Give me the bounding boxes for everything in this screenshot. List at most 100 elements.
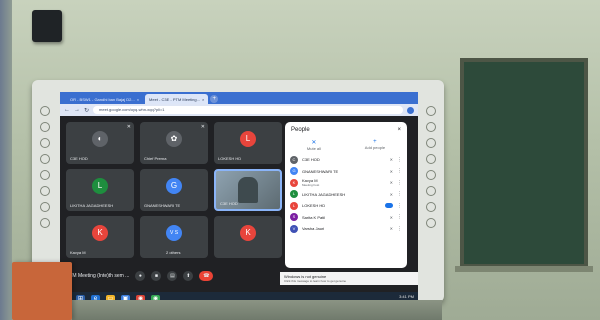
emblem-icon: ✿: [166, 131, 182, 147]
video-feed: [238, 177, 258, 203]
browser-tabbar: OR - BSW1 - Gandhi ban Bajaj D2... × Meet…: [60, 92, 418, 104]
participant-tile[interactable]: ✿ ✕ Chief Prerna: [140, 122, 208, 164]
add-people-button[interactable]: + Add people: [365, 139, 385, 151]
speaking-indicator-icon: [385, 203, 393, 209]
participant-name: GNANESHWARI TE: [302, 168, 339, 174]
participant-name: Kavya M Meeting host: [302, 178, 320, 188]
participant-name: LOKESH HD: [302, 203, 326, 209]
tile-name: 2 others: [166, 250, 181, 255]
browser-tab-active[interactable]: Meet - C3E - PTM Meeting... ×: [145, 94, 209, 104]
list-item[interactable]: G GNANESHWARI TE ✕ ⋮: [290, 166, 402, 178]
list-item[interactable]: L LOKESH HD ⋮: [290, 200, 402, 212]
mic-off-icon: ✕: [311, 140, 317, 146]
tile-name: C3E HOD: [70, 156, 88, 161]
back-icon[interactable]: ←: [64, 107, 70, 113]
list-item[interactable]: K Kavya M Meeting host ✕ ⋮: [290, 177, 402, 189]
profile-avatar[interactable]: [407, 106, 414, 114]
participant-tile[interactable]: ◐ ✕ C3E HOD: [66, 122, 134, 164]
list-item[interactable]: L LIKITHA JAGADHEESH ✕ ⋮: [290, 189, 402, 201]
participant-name: Sarita K Patil: [302, 214, 326, 220]
tile-name: LOKESH HD: [218, 156, 242, 161]
tile-name: Kavya M: [70, 250, 86, 255]
close-icon[interactable]: ×: [202, 97, 204, 102]
participant-name: LIKITHA JAGADHEESH: [302, 191, 346, 197]
more-icon[interactable]: ⋮: [397, 191, 402, 197]
chalkboard: [460, 58, 588, 268]
others-tile[interactable]: V S 2 others: [140, 216, 208, 258]
participant-tile[interactable]: L LIKITHA JAGADHEESH: [66, 169, 134, 211]
mute-all-label: Mute all: [306, 146, 321, 151]
close-icon[interactable]: ×: [397, 127, 401, 133]
meet-logo-icon: ◐: [92, 131, 108, 147]
participant-tile[interactable]: K Kavya M: [66, 216, 134, 258]
tile-name: LIKITHA JAGADHEESH: [70, 203, 114, 208]
avatar: L: [92, 178, 108, 194]
mic-off-icon[interactable]: ✕: [390, 215, 393, 220]
more-icon[interactable]: ⋮: [397, 214, 402, 220]
board-screen: OR - BSW1 - Gandhi ban Bajaj D2... × Meet…: [60, 92, 418, 292]
tile-name: C3E HOD: [220, 201, 238, 206]
avatar: G: [290, 167, 298, 176]
mic-off-icon[interactable]: ✕: [390, 226, 393, 231]
more-icon[interactable]: ⋮: [397, 180, 402, 186]
avatar: C: [290, 155, 298, 164]
end-call-button[interactable]: ☎: [199, 271, 214, 281]
more-icon[interactable]: ⋮: [397, 157, 402, 163]
url-input[interactable]: meet.google.com/oyq-whn-xqq?pli=1: [93, 106, 403, 114]
list-item[interactable]: V Varsha Jauri ✕ ⋮: [290, 223, 402, 235]
tile-name: GNANESHWARI TE: [144, 203, 181, 208]
tab-label: Meet - C3E - PTM Meeting...: [149, 96, 200, 102]
captions-button[interactable]: ▤: [167, 271, 178, 281]
reload-icon[interactable]: ↻: [84, 107, 89, 114]
close-icon[interactable]: ×: [137, 97, 139, 102]
participant-grid: ◐ ✕ C3E HOD ✿ ✕ Chief Prerna L LOKESH HD…: [66, 122, 294, 262]
avatar: K: [92, 225, 108, 241]
add-people-label: Add people: [364, 145, 386, 150]
list-item[interactable]: S Sarita K Patil ✕ ⋮: [290, 212, 402, 224]
mic-off-icon: ✕: [126, 124, 131, 130]
more-icon[interactable]: ⋮: [397, 168, 402, 174]
participant-tile[interactable]: G GNANESHWARI TE: [140, 169, 208, 211]
avatar: V: [290, 224, 298, 233]
more-icon[interactable]: ⋮: [397, 226, 402, 232]
panel-title: People: [291, 127, 310, 133]
mic-off-icon[interactable]: ✕: [390, 169, 393, 174]
present-button[interactable]: ⬆: [183, 271, 194, 281]
wall-edge: [0, 0, 12, 320]
avatar: S: [290, 213, 298, 222]
avatar: K: [290, 178, 298, 187]
wall-speaker: [32, 10, 62, 42]
tab-label: OR - BSW1 - Gandhi ban Bajaj D2...: [70, 96, 135, 102]
new-tab-button[interactable]: +: [210, 95, 219, 103]
list-item[interactable]: C C3E HOD ✕ ⋮: [290, 154, 402, 166]
desk-edge: [72, 300, 442, 320]
mic-off-icon[interactable]: ✕: [390, 157, 393, 162]
participant-tile[interactable]: K: [214, 216, 282, 258]
avatar: V S: [166, 225, 182, 241]
participant-list: C C3E HOD ✕ ⋮ G GNANESHWARI TE ✕ ⋮ K Kavya M Mee…: [285, 154, 407, 235]
participant-tile[interactable]: L LOKESH HD: [214, 122, 282, 164]
more-icon[interactable]: ⋮: [397, 203, 402, 209]
forward-icon[interactable]: →: [74, 107, 80, 113]
windows-activation-notice[interactable]: Windows is not genuine Click this messag…: [280, 272, 418, 285]
orange-foreground-object: [12, 262, 72, 320]
browser-tab[interactable]: OR - BSW1 - Gandhi ban Bajaj D2... ×: [66, 94, 143, 104]
people-panel: People × ✕ Mute all + Add people C C3E HOD ✕…: [285, 122, 407, 268]
mic-off-icon[interactable]: ✕: [390, 180, 393, 185]
avatar: G: [166, 178, 182, 194]
participant-name: Varsha Jauri: [302, 226, 325, 232]
camera-button[interactable]: ■: [151, 271, 162, 281]
avatar: L: [290, 190, 298, 199]
mic-off-icon[interactable]: ✕: [390, 192, 393, 197]
avatar: L: [290, 201, 298, 210]
chalkboard-ledge: [455, 266, 593, 272]
mic-button[interactable]: ●: [135, 271, 146, 281]
participant-name: C3E HOD: [302, 157, 320, 163]
meeting-title: PTM Meeting (Inte)th sem ...: [66, 273, 130, 279]
board-right-buttons: [422, 100, 440, 280]
board-left-buttons: [36, 100, 54, 280]
mute-all-button[interactable]: ✕ Mute all: [307, 139, 321, 151]
avatar: L: [240, 131, 256, 147]
participant-video-tile[interactable]: C3E HOD: [214, 169, 282, 211]
notice-body: Click this message to learn how to get g…: [284, 279, 347, 283]
